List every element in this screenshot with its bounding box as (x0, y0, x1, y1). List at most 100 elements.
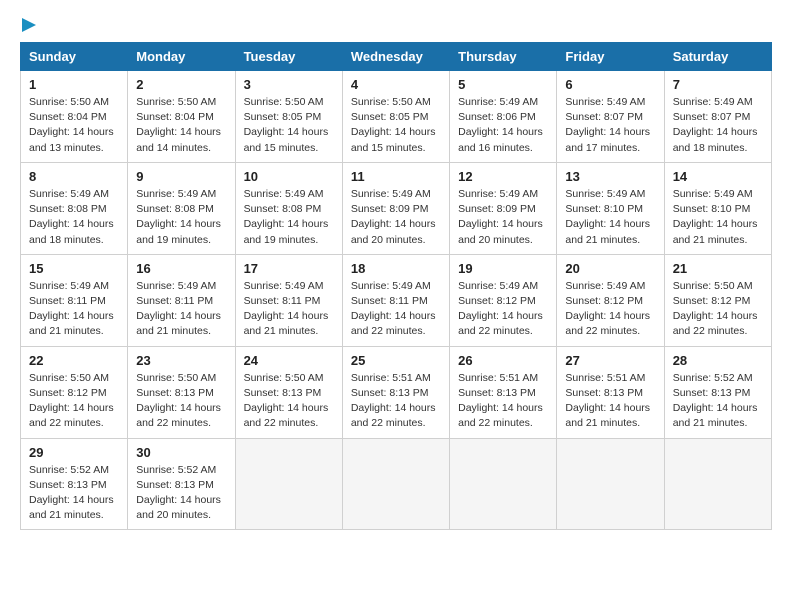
page-header (20, 20, 772, 32)
col-header-monday: Monday (128, 43, 235, 71)
day-number: 20 (565, 261, 655, 276)
calendar-cell: 15 Sunrise: 5:49 AM Sunset: 8:11 PM Dayl… (21, 254, 128, 346)
day-number: 3 (244, 77, 334, 92)
day-info: Sunrise: 5:49 AM Sunset: 8:11 PM Dayligh… (29, 279, 119, 340)
day-info: Sunrise: 5:51 AM Sunset: 8:13 PM Dayligh… (565, 371, 655, 432)
day-info: Sunrise: 5:50 AM Sunset: 8:04 PM Dayligh… (29, 95, 119, 156)
day-info: Sunrise: 5:49 AM Sunset: 8:08 PM Dayligh… (29, 187, 119, 248)
day-number: 12 (458, 169, 548, 184)
day-number: 14 (673, 169, 763, 184)
day-number: 28 (673, 353, 763, 368)
day-number: 29 (29, 445, 119, 460)
calendar-cell: 7 Sunrise: 5:49 AM Sunset: 8:07 PM Dayli… (664, 71, 771, 163)
day-info: Sunrise: 5:52 AM Sunset: 8:13 PM Dayligh… (29, 463, 119, 524)
calendar-cell: 24 Sunrise: 5:50 AM Sunset: 8:13 PM Dayl… (235, 346, 342, 438)
day-number: 24 (244, 353, 334, 368)
calendar-cell: 19 Sunrise: 5:49 AM Sunset: 8:12 PM Dayl… (450, 254, 557, 346)
day-info: Sunrise: 5:49 AM Sunset: 8:11 PM Dayligh… (351, 279, 441, 340)
day-info: Sunrise: 5:49 AM Sunset: 8:07 PM Dayligh… (565, 95, 655, 156)
day-number: 30 (136, 445, 226, 460)
calendar-cell: 29 Sunrise: 5:52 AM Sunset: 8:13 PM Dayl… (21, 438, 128, 530)
day-info: Sunrise: 5:50 AM Sunset: 8:04 PM Dayligh… (136, 95, 226, 156)
day-number: 1 (29, 77, 119, 92)
day-info: Sunrise: 5:50 AM Sunset: 8:12 PM Dayligh… (673, 279, 763, 340)
day-number: 17 (244, 261, 334, 276)
day-number: 26 (458, 353, 548, 368)
calendar-week-2: 8 Sunrise: 5:49 AM Sunset: 8:08 PM Dayli… (21, 162, 772, 254)
day-number: 16 (136, 261, 226, 276)
day-number: 23 (136, 353, 226, 368)
calendar-cell: 26 Sunrise: 5:51 AM Sunset: 8:13 PM Dayl… (450, 346, 557, 438)
day-info: Sunrise: 5:50 AM Sunset: 8:12 PM Dayligh… (29, 371, 119, 432)
calendar-cell (342, 438, 449, 530)
calendar-cell: 27 Sunrise: 5:51 AM Sunset: 8:13 PM Dayl… (557, 346, 664, 438)
day-info: Sunrise: 5:49 AM Sunset: 8:12 PM Dayligh… (565, 279, 655, 340)
calendar-cell (557, 438, 664, 530)
calendar-cell (664, 438, 771, 530)
day-number: 19 (458, 261, 548, 276)
day-info: Sunrise: 5:49 AM Sunset: 8:10 PM Dayligh… (565, 187, 655, 248)
calendar-cell: 3 Sunrise: 5:50 AM Sunset: 8:05 PM Dayli… (235, 71, 342, 163)
day-info: Sunrise: 5:49 AM Sunset: 8:10 PM Dayligh… (673, 187, 763, 248)
calendar-cell: 11 Sunrise: 5:49 AM Sunset: 8:09 PM Dayl… (342, 162, 449, 254)
calendar-cell: 13 Sunrise: 5:49 AM Sunset: 8:10 PM Dayl… (557, 162, 664, 254)
day-info: Sunrise: 5:49 AM Sunset: 8:09 PM Dayligh… (351, 187, 441, 248)
calendar-cell: 1 Sunrise: 5:50 AM Sunset: 8:04 PM Dayli… (21, 71, 128, 163)
day-info: Sunrise: 5:49 AM Sunset: 8:11 PM Dayligh… (244, 279, 334, 340)
calendar-cell: 6 Sunrise: 5:49 AM Sunset: 8:07 PM Dayli… (557, 71, 664, 163)
day-number: 7 (673, 77, 763, 92)
calendar-cell: 21 Sunrise: 5:50 AM Sunset: 8:12 PM Dayl… (664, 254, 771, 346)
day-number: 2 (136, 77, 226, 92)
day-number: 18 (351, 261, 441, 276)
day-info: Sunrise: 5:49 AM Sunset: 8:12 PM Dayligh… (458, 279, 548, 340)
calendar-week-4: 22 Sunrise: 5:50 AM Sunset: 8:12 PM Dayl… (21, 346, 772, 438)
calendar-cell: 14 Sunrise: 5:49 AM Sunset: 8:10 PM Dayl… (664, 162, 771, 254)
day-info: Sunrise: 5:50 AM Sunset: 8:05 PM Dayligh… (244, 95, 334, 156)
calendar-week-1: 1 Sunrise: 5:50 AM Sunset: 8:04 PM Dayli… (21, 71, 772, 163)
calendar-table: SundayMondayTuesdayWednesdayThursdayFrid… (20, 42, 772, 530)
col-header-friday: Friday (557, 43, 664, 71)
calendar-cell: 4 Sunrise: 5:50 AM Sunset: 8:05 PM Dayli… (342, 71, 449, 163)
day-info: Sunrise: 5:52 AM Sunset: 8:13 PM Dayligh… (136, 463, 226, 524)
calendar-cell: 18 Sunrise: 5:49 AM Sunset: 8:11 PM Dayl… (342, 254, 449, 346)
day-number: 13 (565, 169, 655, 184)
calendar-cell: 23 Sunrise: 5:50 AM Sunset: 8:13 PM Dayl… (128, 346, 235, 438)
day-info: Sunrise: 5:49 AM Sunset: 8:11 PM Dayligh… (136, 279, 226, 340)
calendar-cell: 28 Sunrise: 5:52 AM Sunset: 8:13 PM Dayl… (664, 346, 771, 438)
day-info: Sunrise: 5:50 AM Sunset: 8:05 PM Dayligh… (351, 95, 441, 156)
day-number: 6 (565, 77, 655, 92)
day-number: 9 (136, 169, 226, 184)
day-info: Sunrise: 5:50 AM Sunset: 8:13 PM Dayligh… (136, 371, 226, 432)
calendar-cell: 5 Sunrise: 5:49 AM Sunset: 8:06 PM Dayli… (450, 71, 557, 163)
day-number: 10 (244, 169, 334, 184)
calendar-cell: 12 Sunrise: 5:49 AM Sunset: 8:09 PM Dayl… (450, 162, 557, 254)
calendar-header-row: SundayMondayTuesdayWednesdayThursdayFrid… (21, 43, 772, 71)
day-number: 22 (29, 353, 119, 368)
day-info: Sunrise: 5:49 AM Sunset: 8:06 PM Dayligh… (458, 95, 548, 156)
day-info: Sunrise: 5:51 AM Sunset: 8:13 PM Dayligh… (458, 371, 548, 432)
day-info: Sunrise: 5:49 AM Sunset: 8:09 PM Dayligh… (458, 187, 548, 248)
day-info: Sunrise: 5:50 AM Sunset: 8:13 PM Dayligh… (244, 371, 334, 432)
calendar-cell: 25 Sunrise: 5:51 AM Sunset: 8:13 PM Dayl… (342, 346, 449, 438)
col-header-tuesday: Tuesday (235, 43, 342, 71)
calendar-week-3: 15 Sunrise: 5:49 AM Sunset: 8:11 PM Dayl… (21, 254, 772, 346)
logo-arrow-icon (22, 16, 40, 34)
day-number: 8 (29, 169, 119, 184)
day-number: 11 (351, 169, 441, 184)
col-header-sunday: Sunday (21, 43, 128, 71)
day-number: 15 (29, 261, 119, 276)
calendar-cell: 8 Sunrise: 5:49 AM Sunset: 8:08 PM Dayli… (21, 162, 128, 254)
calendar-cell: 16 Sunrise: 5:49 AM Sunset: 8:11 PM Dayl… (128, 254, 235, 346)
day-number: 5 (458, 77, 548, 92)
calendar-cell: 30 Sunrise: 5:52 AM Sunset: 8:13 PM Dayl… (128, 438, 235, 530)
calendar-cell: 2 Sunrise: 5:50 AM Sunset: 8:04 PM Dayli… (128, 71, 235, 163)
col-header-wednesday: Wednesday (342, 43, 449, 71)
calendar-cell: 10 Sunrise: 5:49 AM Sunset: 8:08 PM Dayl… (235, 162, 342, 254)
calendar-cell: 9 Sunrise: 5:49 AM Sunset: 8:08 PM Dayli… (128, 162, 235, 254)
calendar-cell (450, 438, 557, 530)
day-info: Sunrise: 5:49 AM Sunset: 8:07 PM Dayligh… (673, 95, 763, 156)
calendar-cell: 20 Sunrise: 5:49 AM Sunset: 8:12 PM Dayl… (557, 254, 664, 346)
col-header-thursday: Thursday (450, 43, 557, 71)
logo (20, 20, 40, 32)
day-info: Sunrise: 5:52 AM Sunset: 8:13 PM Dayligh… (673, 371, 763, 432)
